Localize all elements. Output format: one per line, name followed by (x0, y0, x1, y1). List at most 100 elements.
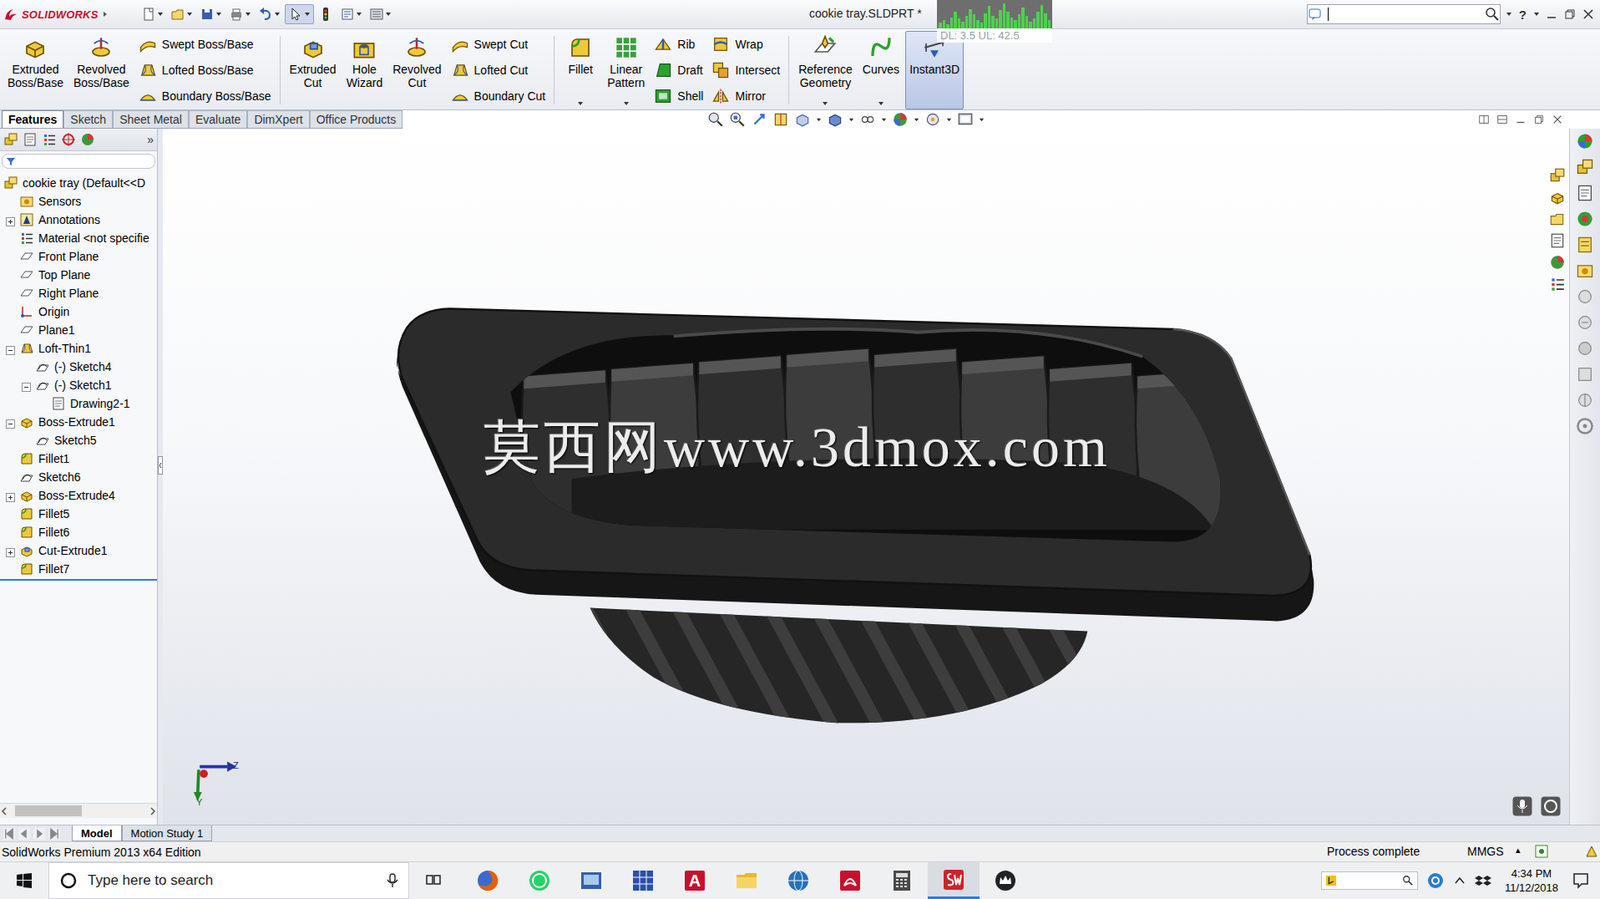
microphone-icon[interactable] (1512, 795, 1533, 816)
command-button[interactable]: Swept Boss/Base (138, 31, 272, 57)
previous-view-icon[interactable] (750, 111, 768, 128)
tree-item[interactable]: Annotations (0, 210, 157, 229)
tree-item[interactable]: Sensors (0, 192, 157, 211)
dimxpert-manager-icon[interactable] (60, 131, 76, 147)
taskbar-app[interactable] (513, 861, 566, 899)
taskbar-app[interactable] (617, 861, 669, 899)
section-view-icon[interactable] (772, 111, 790, 128)
task-pane-4-icon[interactable] (1575, 235, 1595, 254)
properties-button[interactable] (337, 5, 365, 24)
last-tab-icon[interactable] (48, 827, 61, 840)
rebuild-status-icon[interactable] (1584, 844, 1599, 858)
expand-toggle[interactable] (5, 215, 16, 225)
dropdown-caret-icon[interactable] (881, 116, 887, 123)
command-button[interactable]: Wrap (711, 31, 780, 57)
dropdown-caret-icon[interactable] (577, 100, 584, 107)
dropdown-caret-icon[interactable] (978, 116, 985, 123)
tree-item[interactable]: Fillet5 (0, 504, 157, 523)
task-pane-5-icon[interactable] (1575, 261, 1595, 280)
command-button[interactable]: Intersect (711, 57, 780, 83)
app-logo[interactable]: SOLIDWORKS (0, 0, 107, 29)
dropdown-caret-icon[interactable] (622, 100, 630, 107)
tree-item[interactable]: Drawing2-1 (0, 394, 157, 413)
minimize-icon[interactable] (1514, 113, 1527, 126)
rollback-bar[interactable] (0, 578, 157, 581)
tree-item[interactable]: Loft-Thin1 (0, 339, 157, 358)
cortana-icon[interactable] (59, 870, 78, 890)
taskbar-app[interactable]: A (668, 861, 721, 899)
palette-icon[interactable] (1549, 232, 1566, 249)
command-button[interactable]: Shell (653, 83, 704, 109)
microphone-icon[interactable] (384, 872, 400, 888)
command-button[interactable]: Revolved Boss/Base (69, 30, 134, 110)
view-settings-icon[interactable] (956, 111, 974, 128)
command-button[interactable]: Boundary Boss/Base (138, 83, 272, 109)
command-button[interactable]: Curves (858, 30, 904, 110)
dropdown-caret-icon[interactable] (946, 116, 952, 123)
expand-toggle[interactable] (5, 344, 16, 354)
help-button[interactable]: ? (1517, 7, 1529, 22)
command-button[interactable]: Fillet (559, 30, 602, 110)
appearance-icon[interactable] (1549, 253, 1566, 271)
folder-icon[interactable] (1549, 210, 1566, 228)
command-button[interactable]: Boundary Cut (450, 83, 547, 109)
command-button[interactable]: Draft (653, 57, 704, 83)
dropdown-caret-icon[interactable] (215, 10, 223, 18)
scroll-right-icon[interactable] (146, 805, 157, 816)
save-button[interactable] (197, 5, 225, 24)
taskbar-app[interactable] (565, 861, 618, 899)
model-tab[interactable]: Model (71, 825, 122, 841)
task-pane-7-icon[interactable] (1575, 313, 1595, 332)
task-pane-8-icon[interactable] (1575, 339, 1595, 358)
tree-item[interactable]: Cut-Extrude1 (0, 541, 157, 560)
command-tab[interactable]: Sketch (63, 110, 113, 128)
tile-horizontal-icon[interactable] (1478, 113, 1490, 126)
command-tab[interactable]: Evaluate (188, 110, 248, 128)
command-tab[interactable]: DimXpert (247, 110, 309, 128)
dropdown-caret-icon[interactable] (355, 10, 363, 18)
tree-item[interactable]: Front Plane (0, 247, 157, 266)
task-pane-9-icon[interactable] (1575, 364, 1595, 384)
tree-item[interactable]: Origin (0, 302, 157, 321)
command-button[interactable]: Linear Pattern (602, 30, 649, 110)
help-icon[interactable] (1426, 870, 1445, 890)
tree-item[interactable]: Boss-Extrude1 (0, 412, 157, 431)
tree-item[interactable]: Sketch6 (0, 467, 157, 487)
dropdown-caret-icon[interactable] (1533, 10, 1540, 18)
command-button[interactable]: Lofted Boss/Base (138, 57, 272, 83)
task-pane-11-icon[interactable] (1575, 416, 1595, 436)
command-button[interactable]: Lofted Cut (450, 57, 547, 83)
scene-icon[interactable] (924, 111, 942, 128)
tree-item[interactable]: Material <not specifie (0, 228, 157, 248)
menu-arrow-icon[interactable] (101, 10, 109, 18)
toolbar-search[interactable] (1321, 870, 1418, 890)
graphics-area[interactable]: 莫西网www.3dmox.comZY (162, 128, 1570, 825)
expand-toggle[interactable] (5, 417, 16, 427)
options-button[interactable] (366, 5, 395, 24)
taskbar-app[interactable] (772, 861, 825, 899)
command-button[interactable]: Swept Cut (450, 31, 547, 57)
start-button[interactable] (0, 861, 49, 899)
command-tab[interactable]: Office Products (309, 110, 403, 128)
tree-item[interactable]: Plane1 (0, 320, 157, 340)
open-button[interactable] (167, 5, 196, 24)
tree-item[interactable]: cookie tray (Default<<D (0, 173, 157, 193)
new-button[interactable] (138, 5, 167, 24)
tree-item[interactable]: Boss-Extrude4 (0, 486, 157, 505)
task-view-icon[interactable] (425, 871, 442, 889)
display-style-icon[interactable] (826, 111, 844, 128)
command-button[interactable]: Hole Wizard (342, 30, 388, 110)
taskbar-app[interactable] (461, 861, 514, 899)
tree-item[interactable]: Right Plane (0, 283, 157, 303)
hide-show-icon[interactable] (859, 111, 876, 128)
model-tab[interactable]: Motion Study 1 (121, 825, 213, 841)
library-icon[interactable] (1549, 188, 1566, 206)
tree-item[interactable]: Fillet7 (0, 559, 157, 578)
dropdown-caret-icon[interactable] (384, 10, 392, 18)
expand-toggle[interactable] (5, 546, 16, 556)
dropdown-caret-icon[interactable] (815, 116, 822, 123)
taskbar-app[interactable] (927, 861, 980, 899)
scroll-thumb[interactable] (15, 805, 82, 816)
command-tab[interactable]: Features (1, 110, 64, 128)
command-button[interactable]: Mirror (711, 83, 780, 109)
